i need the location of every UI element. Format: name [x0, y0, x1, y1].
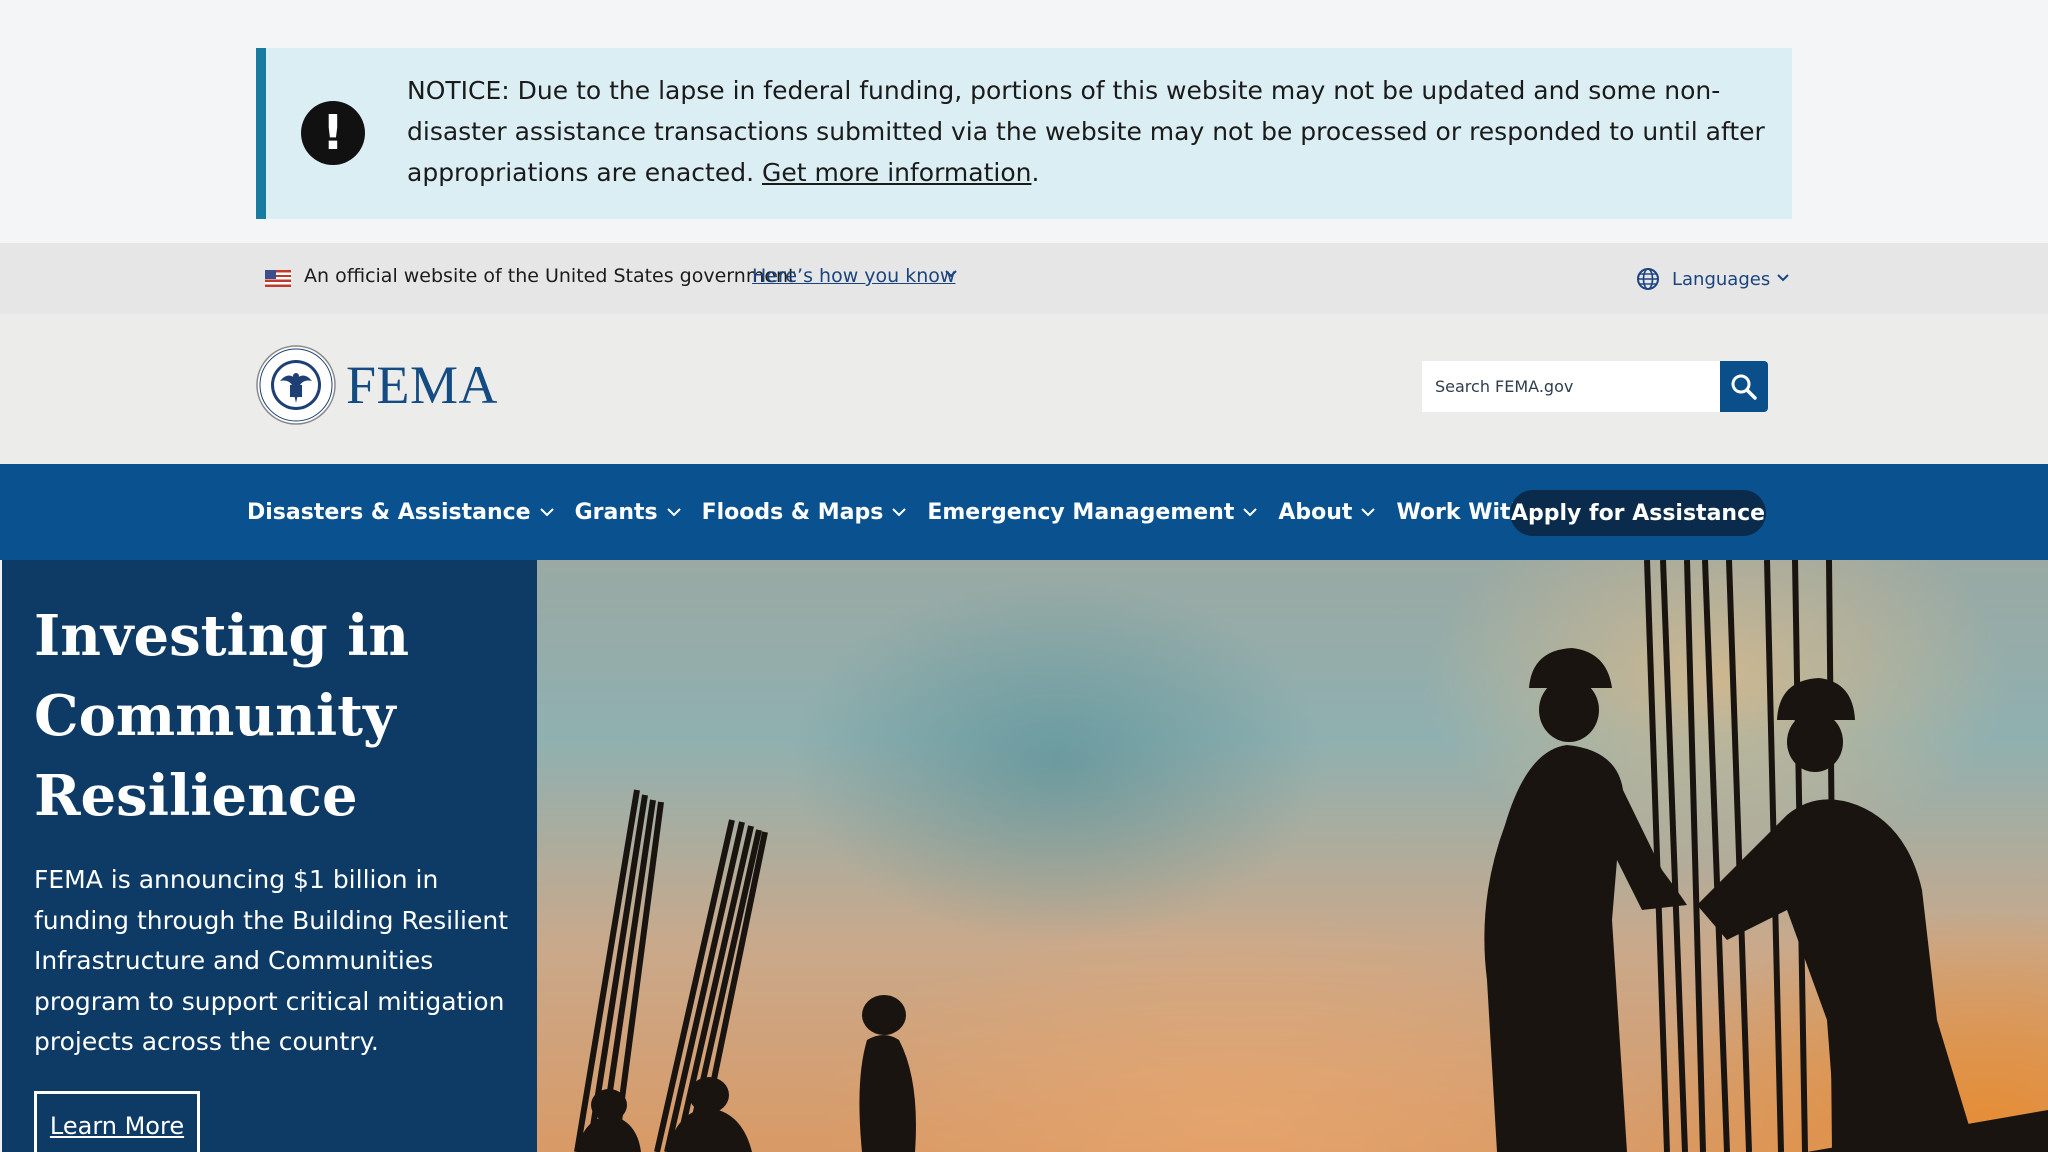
hero-section: Investing in Community Resilience FEMA i… [0, 560, 2048, 1152]
hero-title: Investing in Community Resilience [34, 603, 410, 829]
nav-item-label: About [1278, 499, 1353, 525]
nav-item-disasters-assistance[interactable]: Disasters & Assistance [247, 500, 555, 525]
notice-more-info-link[interactable]: Get more information [762, 158, 1032, 187]
worker-silhouettes [574, 560, 2048, 1152]
nav-items: Disasters & Assistance Grants Floods & M… [247, 464, 1609, 560]
nav-item-label: Floods & Maps [701, 499, 884, 525]
chevron-down-icon[interactable] [944, 266, 958, 284]
apply-for-assistance-button[interactable]: Apply for Assistance [1510, 490, 1766, 536]
dhs-seal-logo[interactable] [256, 345, 336, 425]
languages-label: Languages [1672, 268, 1771, 290]
nav-item-floods-maps[interactable]: Floods & Maps [702, 500, 908, 525]
notice-message: NOTICE: Due to the lapse in federal fund… [407, 76, 1765, 187]
us-flag-icon [265, 270, 291, 287]
notice-region: ! NOTICE: Due to the lapse in federal fu… [0, 0, 2048, 243]
search-icon [1731, 374, 1757, 400]
funding-notice: ! NOTICE: Due to the lapse in federal fu… [256, 48, 1792, 219]
chevron-down-icon [539, 508, 554, 517]
nav-item-label: Emergency Management [927, 499, 1235, 525]
nav-item-about[interactable]: About [1278, 500, 1376, 525]
nav-item-label: Disasters & Assistance [247, 499, 531, 525]
notice-trailing: . [1031, 158, 1040, 187]
learn-more-button[interactable]: Learn More [34, 1091, 200, 1152]
alert-icon: ! [301, 101, 365, 165]
site-header: FEMA [0, 314, 2048, 464]
nav-item-emergency-management[interactable]: Emergency Management [927, 500, 1258, 525]
how-you-know-link[interactable]: Here’s how you know [752, 265, 955, 287]
chevron-down-icon [892, 508, 907, 517]
languages-button[interactable]: Languages [1636, 263, 1790, 295]
main-nav: Disasters & Assistance Grants Floods & M… [0, 464, 2048, 560]
chevron-down-icon [1243, 508, 1258, 517]
globe-icon [1637, 268, 1659, 290]
official-website-text: An official website of the United States… [304, 265, 796, 287]
hero-description: FEMA is announcing $1 billion in funding… [34, 865, 508, 1056]
construction-workers-image [537, 560, 2048, 1152]
search-input[interactable] [1422, 361, 1720, 412]
hero-panel: Investing in Community Resilience FEMA i… [0, 560, 537, 1152]
chevron-down-icon [666, 508, 681, 517]
notice-text: NOTICE: Due to the lapse in federal fund… [407, 70, 1767, 193]
fema-logo-text[interactable]: FEMA [346, 354, 498, 416]
nav-item-label: Grants [574, 499, 658, 525]
chevron-down-icon [1776, 271, 1790, 287]
nav-item-grants[interactable]: Grants [575, 500, 682, 525]
search-button[interactable] [1720, 361, 1768, 412]
gov-banner: An official website of the United States… [0, 243, 2048, 314]
chevron-down-icon [1361, 508, 1376, 517]
